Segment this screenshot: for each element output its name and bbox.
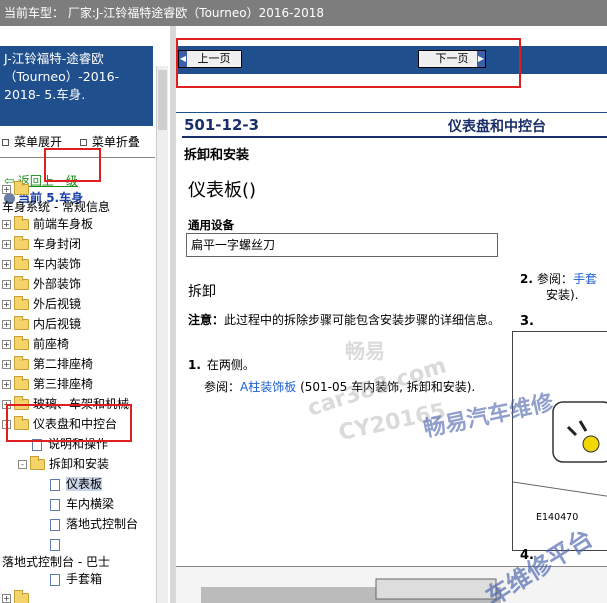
expand-square-icon <box>2 139 9 146</box>
tree-row-interior-trim[interactable]: + 车内装饰 <box>0 255 81 273</box>
tree-row-instrument-panel[interactable]: 仪表板 <box>50 475 103 493</box>
window-title: 当前车型： 厂家:J-江铃福特途睿欧（Tourneo）2016-2018 <box>4 6 324 20</box>
step-4-number: 4. <box>520 548 534 563</box>
tree-row-floor-console[interactable]: 落地式控制台 <box>50 515 138 533</box>
glove-box-link[interactable]: 手套 <box>573 272 597 286</box>
folder-icon <box>14 216 29 230</box>
annotation-box-current <box>44 148 101 182</box>
section-code: 501-12-3 <box>184 116 260 134</box>
note-label: 注意： <box>188 313 225 327</box>
content-pane: ◀ 上一页 下一页 ▶ 501-12-3 仪表盘和中控台 拆卸和安装 仪表板()… <box>176 26 607 603</box>
window-title-bar: 当前车型： 厂家:J-江铃福特途睿欧（Tourneo）2016-2018 <box>0 0 607 26</box>
step-3-number: 3. <box>520 314 534 329</box>
step-2: 2. 参阅：手套 安装). <box>520 272 597 302</box>
tools-item: 扁平一字螺丝刀 <box>191 238 276 252</box>
tree-row-floor-console-bus[interactable]: 落地式控制台 - 巴士 <box>2 553 110 571</box>
folder-icon <box>14 590 29 603</box>
tree-row-general-info[interactable]: 车身系统 - 常规信息 <box>2 198 110 216</box>
folder-icon <box>14 276 29 290</box>
folder-icon <box>14 316 29 330</box>
tree-row-interior-mirror[interactable]: + 内后视镜 <box>0 315 81 333</box>
expand-toggle-icon[interactable]: + <box>2 340 11 349</box>
document-icon <box>50 518 60 531</box>
open-folder-icon <box>30 456 45 470</box>
step-1-number: 1. <box>188 358 201 372</box>
tree-row-exterior-trim[interactable]: + 外部装饰 <box>0 275 81 293</box>
folder-icon <box>14 236 29 250</box>
a-pillar-trim-link[interactable]: A柱装饰板 <box>240 380 296 394</box>
expand-toggle-icon[interactable]: + <box>2 320 11 329</box>
tools-label: 通用设备 <box>188 218 234 232</box>
folder-icon <box>14 336 29 350</box>
figure-id: E140470 <box>536 512 579 523</box>
tree-row-body-closure[interactable]: + 车身封闭 <box>0 235 81 253</box>
collapse-square-icon <box>79 139 87 146</box>
removal-heading: 拆卸 <box>188 284 216 300</box>
tools-box: 扁平一字螺丝刀 <box>186 233 498 257</box>
tree-row-removal-installation[interactable]: - 拆卸和安装 <box>16 455 109 473</box>
tree-row-exterior-mirror[interactable]: + 外后视镜 <box>0 295 81 313</box>
collapse-toggle-icon[interactable]: - <box>18 460 27 469</box>
folder-icon <box>14 296 29 310</box>
expand-toggle-icon[interactable]: + <box>2 220 11 229</box>
note-text: 此过程中的拆除步骤可能包含安装步骤的详细信息。 <box>224 313 501 327</box>
tree-row-cross-car-beam[interactable]: 车内横梁 <box>50 495 114 513</box>
expand-toggle-icon[interactable]: + <box>2 185 11 194</box>
selected-item-label: 仪表板 <box>66 477 103 491</box>
step-1-reference: 参阅：A柱装饰板 (501-05 车内装饰, 拆卸和安装). <box>204 380 476 394</box>
bottom-illustration-svg <box>201 578 501 603</box>
caution-note: 注意：此过程中的拆除步骤可能包含安装步骤的详细信息。 <box>188 312 508 329</box>
document-icon <box>50 538 60 551</box>
expand-toggle-icon[interactable]: + <box>2 300 11 309</box>
tree-row-glove-box[interactable]: 手套箱 <box>50 570 102 588</box>
left-navigation-pane: J-江铃福特-途睿欧（Tourneo）-2016-2018- 5.车身. 菜单展… <box>0 26 170 603</box>
bottom-illustration <box>176 566 607 603</box>
separator-line <box>176 112 607 113</box>
header-rule <box>182 136 607 138</box>
document-icon <box>50 573 60 586</box>
step-1-text: 在两侧。 <box>206 358 255 372</box>
annotation-box-instrument-panel <box>6 404 132 442</box>
folder-icon <box>14 376 29 390</box>
tree-row-0[interactable]: + <box>0 180 33 198</box>
folder-icon <box>14 181 29 195</box>
left-scrollbar-thumb[interactable] <box>158 70 167 130</box>
tree-row-third-row-seat[interactable]: + 第三排座椅 <box>0 375 93 393</box>
tree-row-document[interactable] <box>50 535 66 553</box>
menu-expand-button[interactable]: 菜单展开 <box>14 135 62 149</box>
step-2-number: 2. <box>520 272 533 286</box>
expand-toggle-icon[interactable]: + <box>2 260 11 269</box>
tree-row-last[interactable]: + <box>0 589 33 603</box>
expand-toggle-icon[interactable]: + <box>2 380 11 389</box>
folder-icon <box>14 256 29 270</box>
document-title: 仪表板() <box>188 180 257 201</box>
expand-toggle-icon[interactable]: + <box>2 360 11 369</box>
document-icon <box>50 478 60 491</box>
expand-toggle-icon[interactable]: + <box>2 280 11 289</box>
annotation-box-page-nav <box>176 38 521 88</box>
step-1: 1. 在两侧。 <box>188 356 255 373</box>
vehicle-title: J-江铃福特-途睿欧（Tourneo）-2016-2018- 5.车身. <box>4 51 120 102</box>
expand-toggle-icon[interactable]: + <box>2 240 11 249</box>
folder-icon <box>14 356 29 370</box>
tree-row-front-seat[interactable]: + 前座椅 <box>0 335 69 353</box>
document-icon <box>50 498 60 511</box>
tree-row-front-panel[interactable]: + 前端车身板 <box>0 215 93 233</box>
tree-row-second-row-seat[interactable]: + 第二排座椅 <box>0 355 93 373</box>
section-name: 仪表盘和中控台 <box>448 119 546 135</box>
expand-toggle-icon[interactable]: + <box>2 594 11 603</box>
vehicle-title-box: J-江铃福特-途睿欧（Tourneo）-2016-2018- 5.车身. <box>0 46 153 126</box>
procedure-type: 拆卸和安装 <box>184 148 250 163</box>
left-scrollbar[interactable] <box>156 66 168 603</box>
menu-collapse-button[interactable]: 菜单折叠 <box>92 135 140 149</box>
